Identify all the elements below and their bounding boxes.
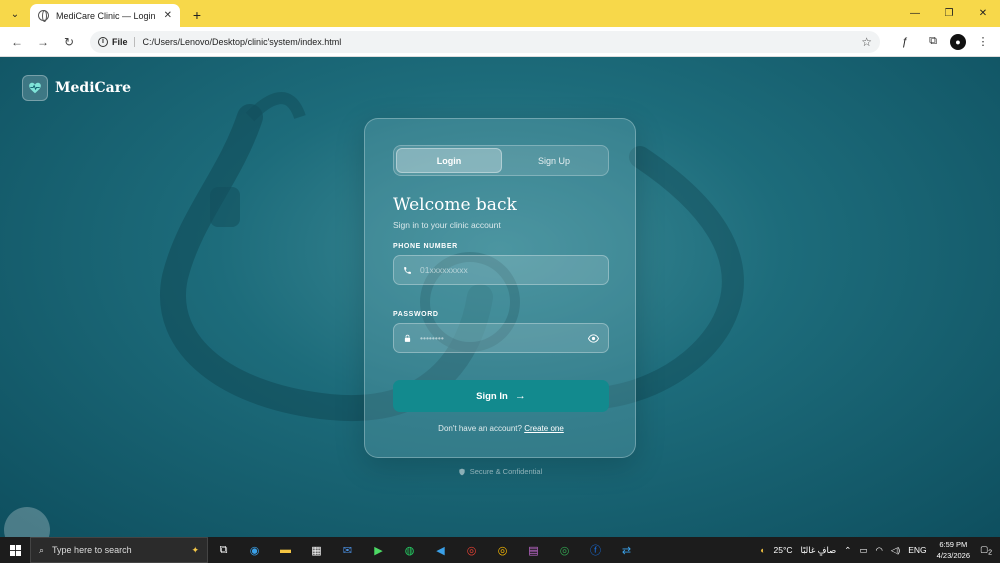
edge-icon[interactable]: ◉ (239, 537, 270, 563)
windows-start-icon[interactable] (0, 537, 30, 563)
system-tray: ◐ 25°C صافٍ غالبًا ⌃ ▭ ◠ ◁) ENG 6:59 PM … (756, 537, 1000, 563)
auth-tab-switch: Login Sign Up (393, 145, 609, 176)
login-card: Login Sign Up Welcome back Sign in to yo… (364, 118, 636, 458)
password-label: PASSWORD (393, 311, 439, 318)
sparkle-icon: ✦ (191, 544, 199, 555)
create-account-link[interactable]: Create one (524, 424, 564, 433)
extension-icon[interactable]: ƒ (894, 31, 916, 53)
browser-tabbar: ⌄ MediCare Clinic — Login ✕ + — ❐ ✕ (0, 0, 1000, 27)
sign-in-label: Sign In (476, 390, 508, 402)
search-icon: ⌕ (39, 544, 45, 555)
heart-pulse-icon (22, 75, 48, 101)
eye-icon[interactable] (588, 333, 599, 344)
vscode-icon[interactable]: ◀ (425, 537, 456, 563)
mail-icon[interactable]: ✉ (332, 537, 363, 563)
file-explorer-icon[interactable]: ▬ (270, 537, 301, 563)
os-taskbar: ⌕ Type here to search ✦ ⧉ ◉ ▬ ▦ ✉ ▶ ◍ ◀ … (0, 537, 1000, 563)
chrome-icon[interactable]: ◎ (487, 537, 518, 563)
chevron-up-icon[interactable]: ⌃ (844, 545, 851, 556)
taskbar-search-placeholder: Type here to search (52, 545, 132, 555)
window-controls: — ❐ ✕ (898, 0, 1000, 27)
page-subtitle: Sign in to your clinic account (393, 220, 501, 230)
phone-icon (404, 266, 411, 274)
login-page: MediCare Login Sign Up Welcome back Sign… (0, 57, 1000, 537)
wifi-icon[interactable]: ◠ (875, 545, 882, 556)
weather-icon: ◐ (760, 545, 766, 555)
tab-login[interactable]: Login (396, 148, 502, 173)
tab-sign-up[interactable]: Sign Up (502, 148, 606, 173)
close-tab-icon[interactable]: ✕ (164, 10, 172, 21)
url-scheme-chip: File (112, 36, 135, 47)
language-indicator[interactable]: ENG (908, 545, 926, 555)
signup-prompt-text: Don't have an account? (438, 424, 522, 433)
task-view-icon[interactable]: ⧉ (208, 537, 239, 563)
secure-note: Secure & Confidential (0, 467, 1000, 476)
volume-icon[interactable]: ◁) (891, 545, 900, 556)
info-icon[interactable]: i (98, 36, 108, 47)
notifications-icon[interactable]: ▢2 (980, 544, 992, 557)
battery-icon[interactable]: ▭ (859, 545, 867, 556)
lock-icon (404, 334, 411, 342)
store-icon[interactable]: ▦ (301, 537, 332, 563)
close-window-icon[interactable]: ✕ (966, 0, 1000, 27)
brand-name: MediCare (55, 80, 132, 96)
signup-prompt: Don't have an account? Create one (393, 424, 609, 433)
taskbar-search[interactable]: ⌕ Type here to search ✦ (30, 537, 208, 563)
bookmark-star-icon[interactable]: ☆ (861, 35, 872, 49)
password-field[interactable] (393, 323, 609, 353)
phone-input[interactable] (420, 265, 599, 275)
reload-icon[interactable]: ↻ (58, 31, 80, 53)
tab-title: MediCare Clinic — Login (56, 10, 156, 21)
password-input[interactable] (420, 333, 588, 343)
chrome-active-icon[interactable]: ◎ (456, 537, 487, 563)
notification-count: 2 (988, 548, 992, 557)
url-text[interactable]: C:/Users/Lenovo/Desktop/clinic'system/in… (143, 37, 862, 47)
minimize-icon[interactable]: — (898, 0, 932, 27)
sign-in-button[interactable]: Sign In → (393, 380, 609, 412)
whatsapp-icon[interactable]: ◍ (394, 537, 425, 563)
secure-text: Secure & Confidential (469, 467, 543, 476)
chrome-profile-icon[interactable]: ◎ (549, 537, 580, 563)
restore-icon[interactable]: ❐ (932, 0, 966, 27)
phone-field[interactable] (393, 255, 609, 285)
brand-logo[interactable]: MediCare (22, 75, 131, 101)
media-app-icon[interactable]: ▤ (518, 537, 549, 563)
page-title: Welcome back (393, 195, 517, 215)
tab-search-icon[interactable]: ⌄ (6, 5, 24, 23)
facebook-icon[interactable]: ⓕ (580, 537, 611, 563)
clock-time: 6:59 PM (939, 540, 968, 549)
extensions-puzzle-icon[interactable]: ⧉ (922, 31, 944, 53)
address-bar[interactable]: i File C:/Users/Lenovo/Desktop/clinic'sy… (90, 30, 880, 53)
weather-temp[interactable]: 25°C (774, 545, 793, 555)
arrow-right-icon: → (514, 390, 526, 402)
clock[interactable]: 6:59 PM 4/23/2026 (937, 539, 970, 561)
play-store-icon[interactable]: ▶ (363, 537, 394, 563)
browser-tab[interactable]: MediCare Clinic — Login ✕ (30, 4, 180, 27)
more-menu-icon[interactable]: ⋮ (972, 31, 994, 53)
globe-icon (38, 10, 49, 22)
sync-app-icon[interactable]: ⇄ (611, 537, 642, 563)
phone-label: PHONE NUMBER (393, 243, 458, 250)
forward-icon[interactable]: → (32, 31, 54, 53)
profile-avatar-icon[interactable]: ● (950, 33, 966, 50)
back-icon[interactable]: ← (6, 31, 28, 53)
clock-date: 4/23/2026 (936, 551, 971, 560)
browser-toolbar: ← → ↻ i File C:/Users/Lenovo/Desktop/cli… (0, 27, 1000, 57)
weather-desc: صافٍ غالبًا (800, 544, 837, 555)
new-tab-button[interactable]: + (186, 4, 208, 26)
shield-icon (459, 468, 465, 475)
